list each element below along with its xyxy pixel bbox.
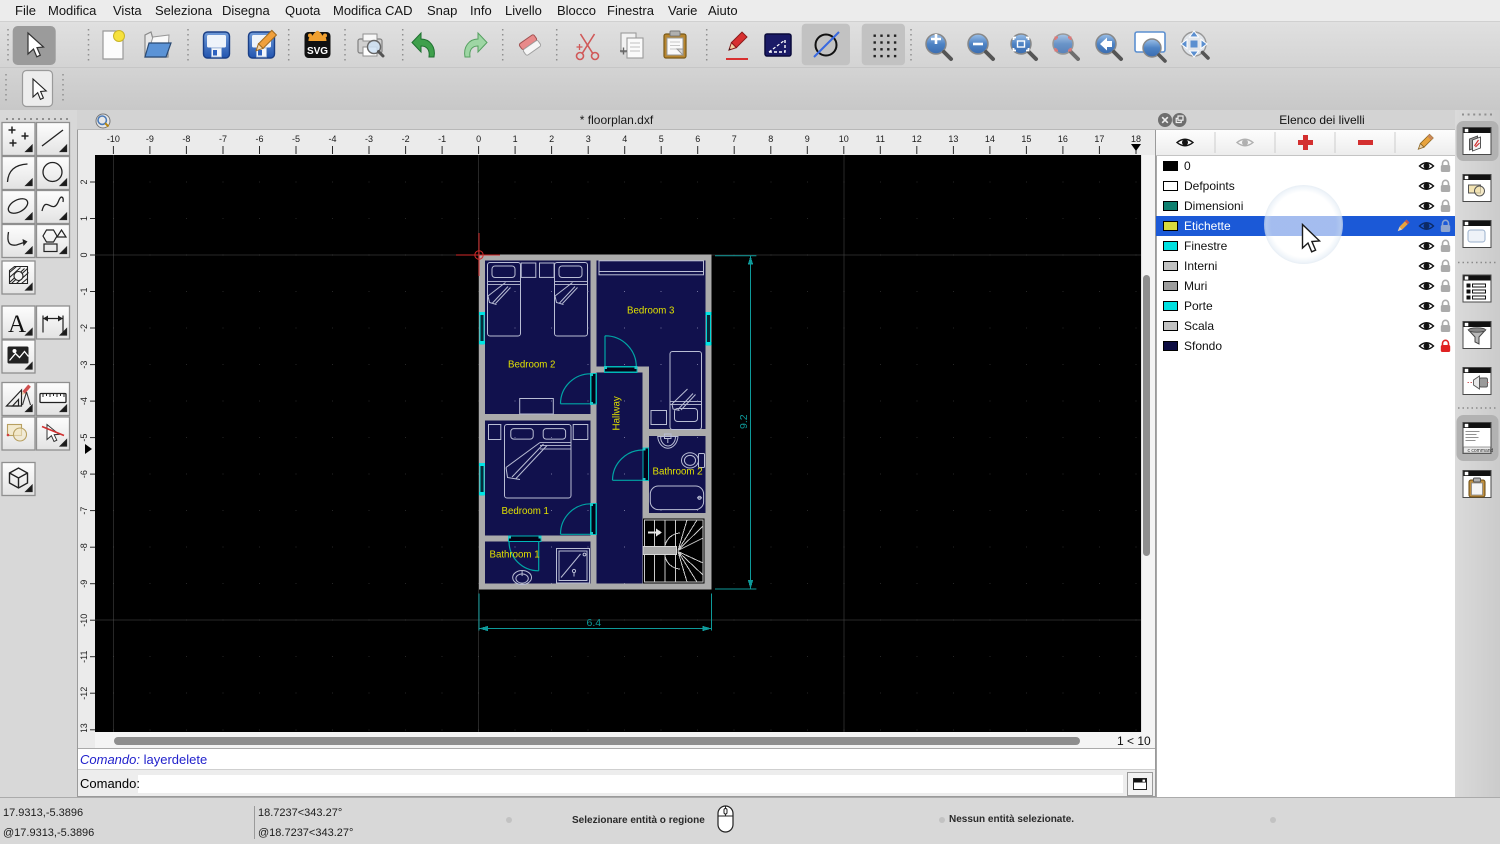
svg-text:-2: -2	[402, 134, 410, 144]
svg-text:c command: c command	[1468, 448, 1494, 454]
svg-text:-9: -9	[146, 134, 154, 144]
svg-text:10: 10	[839, 134, 849, 144]
svg-text:-6: -6	[79, 470, 89, 478]
svg-text:-5: -5	[292, 134, 300, 144]
svg-text:-9: -9	[79, 580, 89, 588]
svg-text:0: 0	[476, 134, 481, 144]
svg-text:9.2: 9.2	[738, 414, 750, 429]
svg-text:13: 13	[948, 134, 958, 144]
svg-text:-6: -6	[255, 134, 263, 144]
svg-text:1: 1	[79, 216, 89, 221]
svg-text:-8: -8	[79, 543, 89, 551]
svg-text:5: 5	[659, 134, 664, 144]
svg-text:16: 16	[1058, 134, 1068, 144]
svg-text:15: 15	[1021, 134, 1031, 144]
svg-text:-4: -4	[328, 134, 336, 144]
svg-text:-5: -5	[79, 434, 89, 442]
svg-text:9: 9	[805, 134, 810, 144]
svg-text:8: 8	[768, 134, 773, 144]
svg-text:-11: -11	[79, 651, 89, 663]
svg-text:Bathroom 1: Bathroom 1	[490, 550, 540, 561]
svg-text:Elenco dei livelli: Elenco dei livelli	[1279, 113, 1364, 127]
svg-text:-3: -3	[79, 361, 89, 369]
svg-text:6: 6	[695, 134, 700, 144]
svg-text:Bedroom 1: Bedroom 1	[502, 506, 549, 517]
svg-text:6.4: 6.4	[587, 617, 602, 629]
svg-text:1: 1	[513, 134, 518, 144]
svg-text:-7: -7	[79, 507, 89, 515]
svg-text:Hallway: Hallway	[612, 396, 623, 430]
svg-text:-1: -1	[438, 134, 446, 144]
svg-text:-10: -10	[107, 134, 120, 144]
svg-text:2: 2	[79, 179, 89, 184]
svg-text:-2: -2	[79, 324, 89, 332]
svg-text:0: 0	[79, 252, 89, 257]
svg-text:18: 18	[1131, 134, 1141, 144]
svg-text:A: A	[8, 311, 26, 338]
svg-text:2: 2	[549, 134, 554, 144]
svg-text:SVG: SVG	[307, 46, 328, 57]
svg-text:-4: -4	[79, 397, 89, 405]
svg-text:Bedroom 3: Bedroom 3	[627, 306, 674, 317]
svg-text:3: 3	[586, 134, 591, 144]
svg-text:-3: -3	[365, 134, 373, 144]
svg-text:-7: -7	[219, 134, 227, 144]
svg-text:-10: -10	[79, 614, 89, 627]
svg-text:4: 4	[622, 134, 627, 144]
svg-text:-1: -1	[79, 287, 89, 295]
svg-text:14: 14	[985, 134, 995, 144]
svg-text:-8: -8	[182, 134, 190, 144]
svg-text:12: 12	[912, 134, 922, 144]
svg-text:Bathroom 2: Bathroom 2	[653, 467, 703, 478]
svg-text:-12: -12	[79, 687, 89, 700]
svg-text:11: 11	[876, 134, 885, 144]
svg-text:17: 17	[1094, 134, 1104, 144]
svg-text:7: 7	[732, 134, 737, 144]
